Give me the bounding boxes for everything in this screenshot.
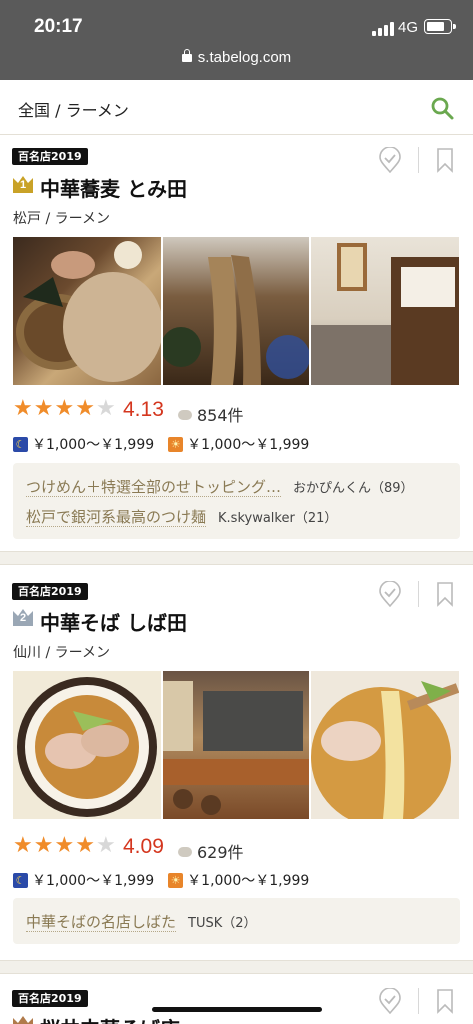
award-badge: 百名店2019	[12, 990, 88, 1007]
comment-icon	[178, 410, 192, 420]
star-icon: ★	[13, 396, 33, 421]
battery-icon	[424, 19, 456, 34]
star-icon: ★	[75, 833, 95, 858]
clock: 20:17	[34, 16, 83, 37]
rank-crown-icon	[12, 1014, 34, 1024]
rank-crown-icon: 1	[12, 174, 34, 194]
price-row: ☾ ￥1,000～￥1,999 ☀ ￥1,000～￥1,999	[13, 870, 309, 890]
rank-number: 2	[19, 612, 27, 624]
star-rating: ★ ★ ★ ★ ★	[13, 398, 116, 420]
rank-number: 1	[19, 179, 27, 191]
dinner-price: ￥1,000～￥1,999	[32, 873, 155, 889]
bookmark-icon[interactable]	[436, 147, 454, 173]
icon-divider	[418, 581, 419, 607]
restaurant-card[interactable]: 百名店2019 桜井中華そば店	[0, 976, 473, 1024]
moon-icon: ☾	[13, 436, 28, 452]
restaurant-card[interactable]: 百名店2019 2 中華そば しば田 仙川 / ラーメン ★ ★ ★ ★ ★ 4…	[0, 567, 473, 957]
star-icon: ★	[95, 833, 116, 858]
review-count[interactable]: 629件	[178, 839, 244, 863]
star-icon: ★	[75, 396, 95, 421]
restaurant-photo[interactable]	[163, 671, 309, 819]
bookmark-icon[interactable]	[436, 988, 454, 1014]
icon-divider	[418, 988, 419, 1014]
review-title[interactable]: 中華そばの名店しばた	[26, 913, 177, 932]
breadcrumb[interactable]: 全国 / ラーメン	[18, 97, 129, 121]
review-snippet[interactable]: つけめん＋特選全部のせトッピング… おかぴんくん（89）	[26, 476, 414, 497]
check-visited-icon[interactable]	[378, 581, 402, 607]
url-text: s.tabelog.com	[197, 49, 292, 66]
price-row: ☾ ￥1,000～￥1,999 ☀ ￥1,000～￥1,999	[13, 434, 309, 454]
review-snippets: 中華そばの名店しばた TUSK（2）	[13, 898, 460, 944]
icon-divider	[418, 147, 419, 173]
bookmark-icon[interactable]	[436, 581, 454, 607]
restaurant-photo[interactable]	[311, 671, 459, 819]
review-count[interactable]: 854件	[178, 402, 244, 426]
search-icon[interactable]	[428, 94, 456, 122]
restaurant-photo[interactable]	[13, 237, 161, 385]
review-count-text: 629件	[197, 843, 244, 862]
home-indicator[interactable]	[152, 1007, 322, 1012]
restaurant-area: 仙川 / ラーメン	[13, 645, 111, 661]
rating-score: 4.09	[123, 835, 164, 858]
signal-icon	[372, 22, 394, 36]
rank-crown-icon: 2	[12, 607, 34, 627]
star-icon: ★	[33, 833, 54, 858]
star-icon: ★	[33, 396, 54, 421]
address-bar[interactable]: s.tabelog.com	[0, 49, 473, 66]
restaurant-photo[interactable]	[163, 237, 309, 385]
reviewer-name: K.skywalker（21）	[218, 511, 338, 526]
check-visited-icon[interactable]	[378, 988, 402, 1014]
restaurant-name[interactable]: 桜井中華そば店	[40, 1013, 180, 1024]
lunch-price: ￥1,000～￥1,999	[187, 873, 310, 889]
review-snippet[interactable]: 中華そばの名店しばた TUSK（2）	[26, 911, 257, 932]
star-icon: ★	[95, 396, 116, 421]
sun-icon: ☀	[168, 872, 184, 888]
status-bar: 20:17 4G s.tabelog.com	[0, 0, 473, 80]
sun-icon: ☀	[168, 436, 184, 452]
review-count-text: 854件	[197, 406, 244, 425]
lock-icon	[181, 49, 192, 62]
lunch-price: ￥1,000～￥1,999	[187, 437, 310, 453]
page-header: 全国 / ラーメン	[0, 80, 473, 135]
restaurant-photo[interactable]	[311, 237, 459, 385]
award-badge: 百名店2019	[12, 583, 88, 600]
star-icon: ★	[13, 833, 33, 858]
review-title[interactable]: つけめん＋特選全部のせトッピング…	[26, 478, 282, 497]
star-icon: ★	[54, 396, 75, 421]
moon-icon: ☾	[13, 872, 28, 888]
card-divider	[0, 551, 473, 565]
restaurant-name[interactable]: 中華そば しば田	[40, 607, 187, 636]
dinner-price: ￥1,000～￥1,999	[32, 437, 155, 453]
review-snippet[interactable]: 松戸で銀河系最高のつけ麺 K.skywalker（21）	[26, 506, 337, 527]
star-icon: ★	[54, 833, 75, 858]
restaurant-photo[interactable]	[13, 671, 161, 819]
star-rating: ★ ★ ★ ★ ★	[13, 835, 116, 857]
restaurant-card[interactable]: 百名店2019 1 中華蕎麦 とみ田 松戸 / ラーメン ★ ★ ★ ★ ★ 4…	[0, 136, 473, 548]
network-label: 4G	[398, 19, 419, 36]
review-snippets: つけめん＋特選全部のせトッピング… おかぴんくん（89） 松戸で銀河系最高のつけ麺…	[13, 463, 460, 539]
review-title[interactable]: 松戸で銀河系最高のつけ麺	[26, 508, 207, 527]
reviewer-name: おかぴんくん（89）	[293, 481, 414, 496]
restaurant-name[interactable]: 中華蕎麦 とみ田	[40, 173, 187, 202]
check-visited-icon[interactable]	[378, 147, 402, 173]
restaurant-area: 松戸 / ラーメン	[13, 211, 111, 227]
award-badge: 百名店2019	[12, 148, 88, 165]
card-divider	[0, 960, 473, 974]
rating-score: 4.13	[123, 398, 164, 421]
reviewer-name: TUSK（2）	[188, 916, 257, 931]
comment-icon	[178, 847, 192, 857]
